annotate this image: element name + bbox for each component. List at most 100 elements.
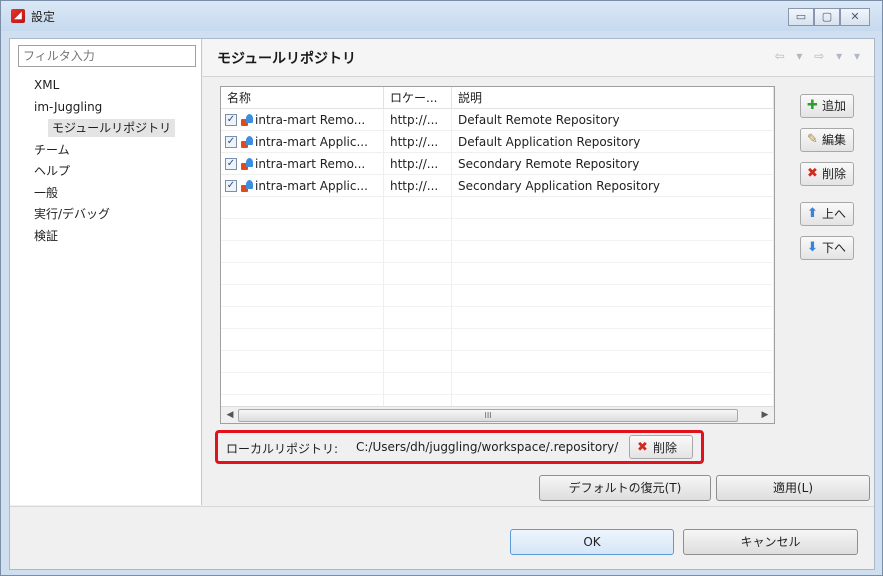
tree-item-run-debug[interactable]: 実行/デバッグ: [34, 204, 175, 226]
minimize-button[interactable]: ▭: [788, 8, 814, 26]
preference-page: モジュールリポジトリ ⇦ ▾ ⇨ ▾ ▾ 名称 ロケー... 説明 ✓ intr…: [203, 39, 874, 505]
preferences-window: ◢ 設定 ▭ ▢ ✕ XML im-Juggling モジュールリポジトリ チー…: [0, 0, 883, 576]
repository-icon: [241, 179, 253, 192]
repository-table: 名称 ロケー... 説明 ✓ intra-mart Remo... http:/…: [220, 86, 775, 424]
empty-row: [221, 197, 774, 219]
edit-label: 編集: [822, 133, 847, 147]
move-up-button[interactable]: ⬆ 上へ: [800, 202, 854, 226]
tree-item-label: 一般: [34, 185, 59, 200]
repo-description: Default Application Repository: [452, 131, 774, 153]
arrow-down-icon: ⬇: [807, 240, 818, 255]
checkbox[interactable]: ✓: [225, 179, 237, 192]
empty-row: [221, 219, 774, 241]
horizontal-scrollbar[interactable]: ◀ III ▶: [221, 406, 774, 423]
scroll-left-icon[interactable]: ◀: [222, 408, 238, 423]
down-label: 下へ: [822, 241, 847, 255]
app-icon: ◢: [11, 9, 25, 23]
delete-icon: ✖: [807, 166, 818, 181]
repository-icon: [241, 135, 253, 148]
repository-icon: [241, 157, 253, 170]
tree-item-xml[interactable]: XML: [34, 75, 175, 97]
window-title: 設定: [31, 10, 56, 24]
edit-button[interactable]: ✎ 編集: [800, 128, 854, 152]
plus-icon: ✚: [807, 98, 818, 113]
column-header-description[interactable]: 説明: [452, 87, 774, 109]
repo-location: http://...: [384, 175, 452, 197]
local-repository-path: C:/Users/dh/juggling/workspace/.reposito…: [356, 440, 619, 454]
side-button-group: ✚ 追加 ✎ 編集 ✖ 削除 ⬆ 上へ ⬇ 下へ: [800, 94, 854, 270]
preference-tree: XML im-Juggling モジュールリポジトリ チーム ヘルプ 一般 実行…: [34, 75, 176, 248]
arrow-up-icon: ⬆: [807, 206, 818, 221]
tree-item-general[interactable]: 一般: [34, 183, 175, 205]
repo-description: Secondary Remote Repository: [452, 153, 774, 175]
up-label: 上へ: [822, 207, 847, 221]
repo-location: http://...: [384, 153, 452, 175]
tree-item-module-repository[interactable]: モジュールリポジトリ: [34, 118, 176, 140]
preference-tree-pane: XML im-Juggling モジュールリポジトリ チーム ヘルプ 一般 実行…: [10, 39, 202, 505]
repo-name: intra-mart Applic...: [255, 134, 368, 149]
local-repository-delete-button[interactable]: ✖ 削除: [629, 435, 693, 459]
checkbox[interactable]: ✓: [225, 113, 237, 126]
table-row[interactable]: ✓ intra-mart Remo... http://... Secondar…: [221, 153, 774, 175]
cancel-button[interactable]: キャンセル: [683, 529, 858, 555]
empty-row: [221, 285, 774, 307]
tree-item-label: ヘルプ: [34, 164, 71, 178]
ok-button[interactable]: OK: [510, 529, 674, 555]
table-row[interactable]: ✓ intra-mart Applic... http://... Second…: [221, 175, 774, 197]
repo-name: intra-mart Remo...: [255, 112, 366, 127]
maximize-button[interactable]: ▢: [814, 8, 840, 26]
tree-item-label: チーム: [34, 142, 70, 157]
close-button[interactable]: ✕: [840, 8, 870, 26]
table-header: 名称 ロケー... 説明: [221, 87, 774, 109]
window-controls: ▭ ▢ ✕: [788, 8, 870, 26]
empty-row: [221, 263, 774, 285]
tree-item-label: XML: [34, 78, 60, 92]
repo-description: Default Remote Repository: [452, 109, 774, 131]
empty-row: [221, 241, 774, 263]
move-down-button[interactable]: ⬇ 下へ: [800, 236, 854, 260]
checkbox[interactable]: ✓: [225, 135, 237, 148]
scroll-right-icon[interactable]: ▶: [757, 408, 773, 423]
tree-item-label: 実行/デバッグ: [34, 207, 111, 221]
add-label: 追加: [822, 99, 847, 113]
repo-name: intra-mart Applic...: [255, 178, 368, 193]
filter-input[interactable]: [18, 45, 196, 67]
empty-row: [221, 307, 774, 329]
tree-item-im-juggling[interactable]: im-Juggling: [34, 97, 175, 119]
page-title: モジュールリポジトリ: [217, 51, 357, 67]
delete-label: 削除: [822, 167, 847, 181]
scroll-thumb[interactable]: III: [238, 409, 738, 422]
table-row[interactable]: ✓ intra-mart Applic... http://... Defaul…: [221, 131, 774, 153]
local-repository-row: ローカルリポジトリ: C:/Users/dh/juggling/workspac…: [215, 430, 704, 464]
column-header-location[interactable]: ロケー...: [384, 87, 452, 109]
delete-button[interactable]: ✖ 削除: [800, 162, 854, 186]
tree-item-label: モジュールリポジトリ: [48, 119, 176, 137]
checkbox[interactable]: ✓: [225, 157, 237, 170]
tree-item-team[interactable]: チーム: [34, 140, 175, 162]
page-header: モジュールリポジトリ ⇦ ▾ ⇨ ▾ ▾: [203, 39, 874, 77]
dialog-client: XML im-Juggling モジュールリポジトリ チーム ヘルプ 一般 実行…: [9, 38, 875, 570]
empty-row: [221, 373, 774, 395]
apply-button[interactable]: 適用(L): [716, 475, 870, 501]
repo-location: http://...: [384, 131, 452, 153]
empty-row: [221, 351, 774, 373]
repo-name: intra-mart Remo...: [255, 156, 366, 171]
repository-icon: [241, 113, 253, 126]
add-button[interactable]: ✚ 追加: [800, 94, 854, 118]
local-repository-label: ローカルリポジトリ:: [226, 442, 339, 456]
title-bar: ◢ 設定 ▭ ▢ ✕: [1, 1, 882, 31]
column-header-name[interactable]: 名称: [221, 87, 384, 109]
table-row[interactable]: ✓ intra-mart Remo... http://... Default …: [221, 109, 774, 131]
tree-item-help[interactable]: ヘルプ: [34, 161, 175, 183]
restore-defaults-button[interactable]: デフォルトの復元(T): [539, 475, 711, 501]
tree-item-label: 検証: [34, 228, 59, 243]
empty-row: [221, 329, 774, 351]
delete-icon: ✖: [637, 439, 648, 455]
repo-location: http://...: [384, 109, 452, 131]
pencil-icon: ✎: [807, 132, 818, 147]
tree-item-label: im-Juggling: [34, 99, 103, 114]
history-nav-icon[interactable]: ⇦ ▾ ⇨ ▾ ▾: [775, 49, 864, 63]
tree-item-validation[interactable]: 検証: [34, 226, 175, 248]
repo-description: Secondary Application Repository: [452, 175, 774, 197]
delete-label: 削除: [653, 440, 678, 455]
